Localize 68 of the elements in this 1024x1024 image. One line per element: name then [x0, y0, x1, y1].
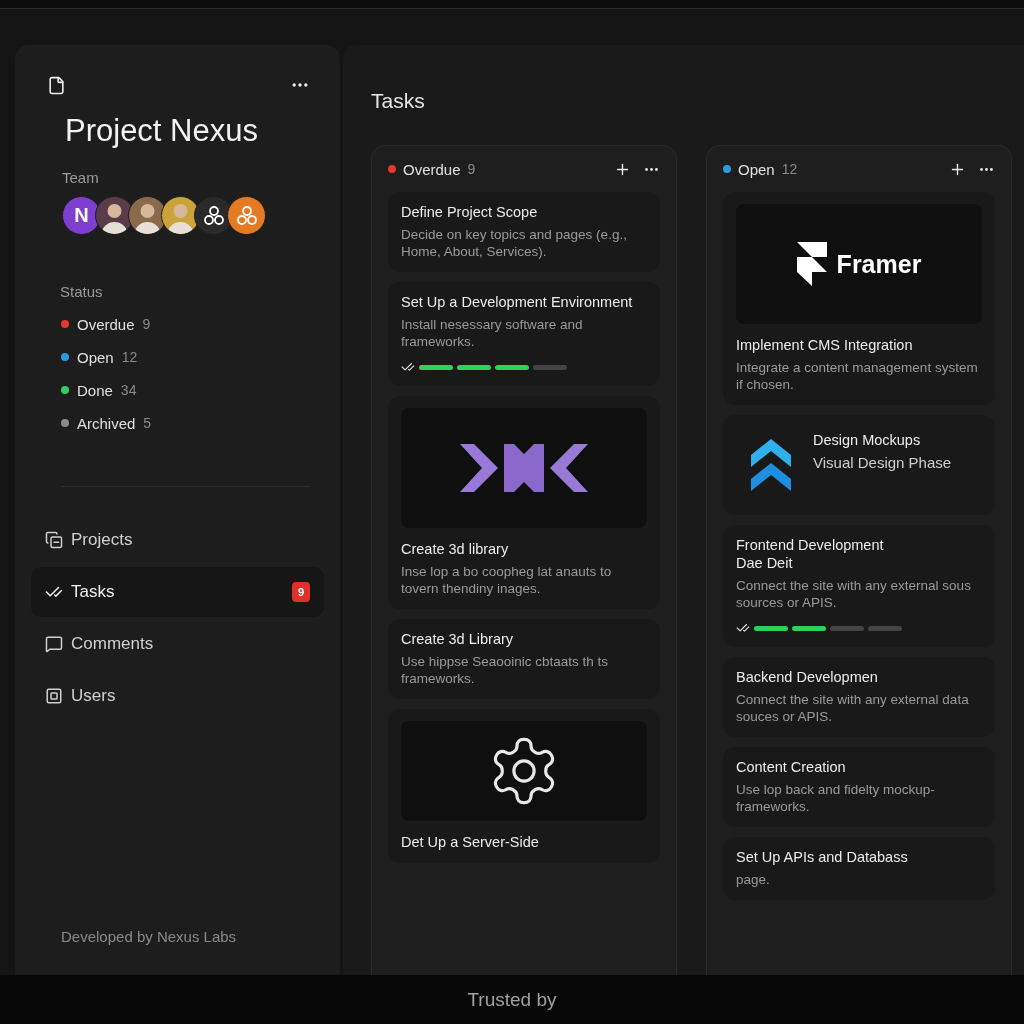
section-label: Status [60, 283, 104, 300]
column-count: 9 [467, 161, 476, 177]
avatar-initial: N [74, 204, 89, 227]
status-label: Done [77, 381, 113, 399]
count-badge: 9 [291, 582, 310, 602]
status-count: 5 [143, 415, 152, 431]
document-icon [47, 75, 66, 95]
logo-wordmark: Framer [836, 249, 922, 279]
status-label: Archived [77, 414, 136, 432]
stacked-squares-icon [45, 531, 63, 549]
status-label: Open [77, 348, 114, 366]
task-description: Decide on key topics and pages (e.g., Home, About, Services). [401, 226, 628, 260]
task-title: Set Up a Development Environment [401, 293, 634, 311]
task-description: Use lop back and fidelty mockup-frameworks. [736, 781, 936, 815]
task-card[interactable]: Create 3d Library Use hippse Seaooinic cbtaats th ts frameworks. [388, 619, 660, 699]
task-title: Design Mockups [813, 431, 922, 449]
page-title: Tasks [371, 89, 426, 113]
task-title: Define Project Scope [401, 203, 539, 221]
task-card[interactable]: Det Up a Server-Side [388, 709, 660, 863]
task-title: Det Up a Server-Side [401, 833, 540, 851]
nav-item[interactable]: Comments [31, 619, 324, 669]
framer-logo-icon [796, 242, 827, 286]
double-check-icon [736, 621, 750, 635]
status-count: 12 [121, 349, 138, 365]
task-card[interactable]: Set Up a Development Environment Install nesessary software and frameworks. [388, 282, 660, 386]
task-title: Set Up APIs and Databass [736, 848, 909, 866]
status-label: Overdue [77, 315, 135, 333]
task-description: page. [736, 871, 771, 888]
double-check-icon [401, 360, 415, 374]
task-title: Create 3d library [401, 540, 510, 558]
task-title: Implement CMS Integration [736, 336, 914, 354]
task-card[interactable]: Backend Developmen Connect the site with any external data souces or APIS. [723, 657, 995, 737]
column-title: Overdue [403, 160, 461, 178]
task-description: Connect the site with any external sous sources or APIS. [736, 577, 972, 611]
task-card[interactable]: Create 3d library Inse lop a bo coopheg lat anauts to tovern thendiny inages. [388, 396, 660, 609]
trusted-by-caption: Trusted by [467, 988, 557, 1011]
task-card[interactable]: Framer Implement CMS Integration Integrate a content management system if chosen. [723, 192, 995, 405]
status-count: 34 [120, 382, 137, 398]
trefoil-icon [201, 203, 226, 228]
task-title: Create 3d Library [401, 630, 515, 648]
task-description: Install nesessary software and frameworks. [401, 316, 584, 350]
column-title: Open [738, 160, 775, 178]
status-count: 9 [142, 316, 151, 332]
project-title: Project Nexus [65, 113, 259, 149]
task-card[interactable]: Set Up APIs and Databass page. [723, 837, 995, 900]
task-title: Frontend Development [736, 536, 885, 554]
chevrons-up-icon [751, 439, 791, 493]
square-icon [45, 687, 63, 705]
nav-item[interactable]: Projects [31, 515, 324, 565]
task-title: Backend Developmen [736, 668, 879, 686]
task-card[interactable]: Frontend Development Dae Deit Connect the site with any external sous sources or APIS. [723, 525, 995, 647]
nav-item[interactable]: Tasks 9 [31, 567, 324, 617]
section-label: Team [62, 169, 100, 186]
comment-icon [45, 635, 63, 653]
task-card[interactable]: Design Mockups Visual Design Phase [723, 415, 995, 515]
task-subtitle: Dae Deit [736, 554, 794, 572]
task-card[interactable]: Content Creation Use lop back and fidelty mockup-frameworks. [723, 747, 995, 827]
task-description: Use hippse Seaooinic cbtaats th ts frameworks. [401, 653, 610, 687]
trefoil-icon [234, 203, 259, 228]
task-title: Content Creation [736, 758, 847, 776]
task-card[interactable]: Define Project Scope Decide on key topics and pages (e.g., Home, About, Services). [388, 192, 660, 272]
column-count: 12 [781, 161, 798, 177]
task-description: Inse lop a bo coopheg lat anauts to tovern thendiny inages. [401, 563, 613, 597]
task-description: Connect the site with any external data souces or APIS. [736, 691, 970, 725]
footer-credit: Developed by Nexus Labs [61, 928, 238, 945]
task-description: Integrate a content management system if chosen. [736, 359, 979, 393]
task-description: Visual Design Phase [813, 454, 952, 471]
nav-item[interactable]: Users [31, 671, 324, 721]
